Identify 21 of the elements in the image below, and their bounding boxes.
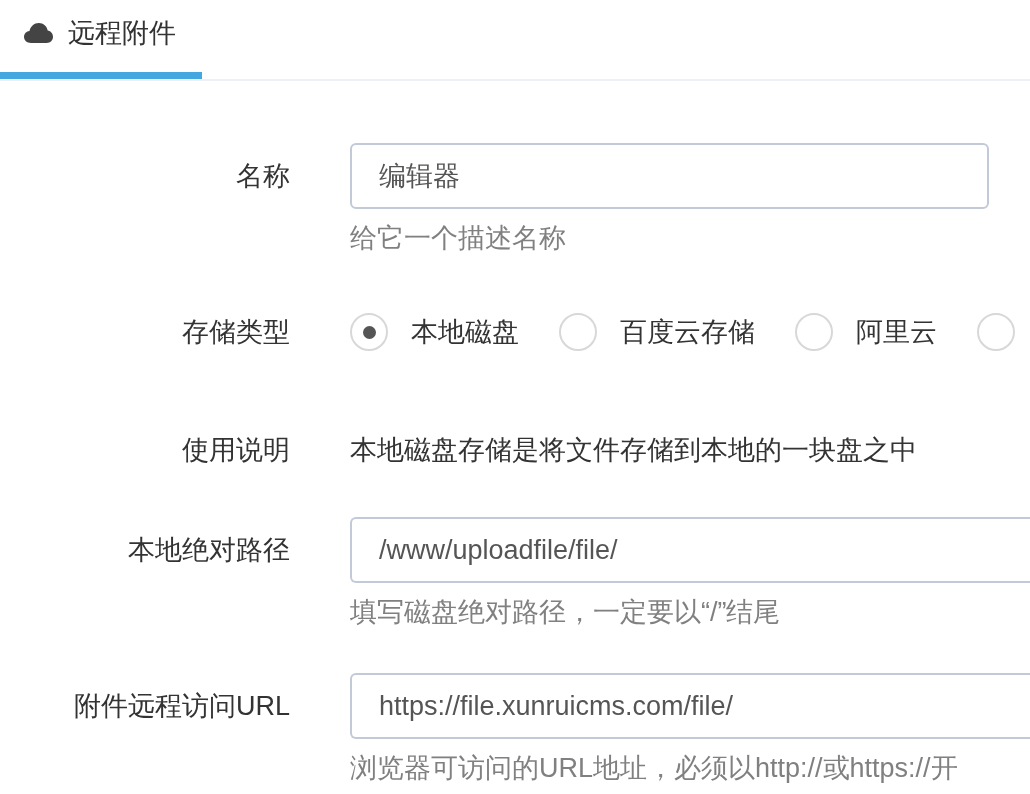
text-input[interactable]: https://file.xunruicms.com/file/ — [350, 673, 1030, 739]
field-label: 附件远程访问URL — [73, 690, 290, 723]
field-label: 名称 — [235, 160, 290, 193]
field-label: 本地绝对路径 — [127, 534, 290, 567]
field-label: 存储类型 — [181, 316, 290, 349]
help-text: 给它一个描述名称 — [350, 223, 567, 253]
radio-button[interactable] — [977, 313, 1015, 351]
text-input[interactable]: /www/uploadfile/file/ — [350, 517, 1030, 583]
radio-label[interactable]: 阿里云 — [856, 314, 937, 350]
cloud-icon — [24, 22, 53, 43]
radio-label[interactable]: 本地磁盘 — [411, 314, 519, 350]
tab[interactable]: 远程附件 — [0, 0, 202, 79]
text-input[interactable]: 编辑器 — [350, 143, 989, 209]
radio-label[interactable]: 百度云存储 — [620, 314, 755, 350]
field-label: 使用说明 — [181, 434, 290, 467]
radio-button[interactable] — [350, 313, 388, 351]
help-text: 浏览器可访问的URL地址，必须以http://或https://开 — [350, 753, 959, 783]
description-text: 本地磁盘存储是将文件存储到本地的一块盘之中 — [350, 434, 917, 467]
help-text: 填写磁盘绝对路径，一定要以“/”结尾 — [350, 597, 782, 627]
radio-button[interactable] — [559, 313, 597, 351]
radio-button[interactable] — [795, 313, 833, 351]
